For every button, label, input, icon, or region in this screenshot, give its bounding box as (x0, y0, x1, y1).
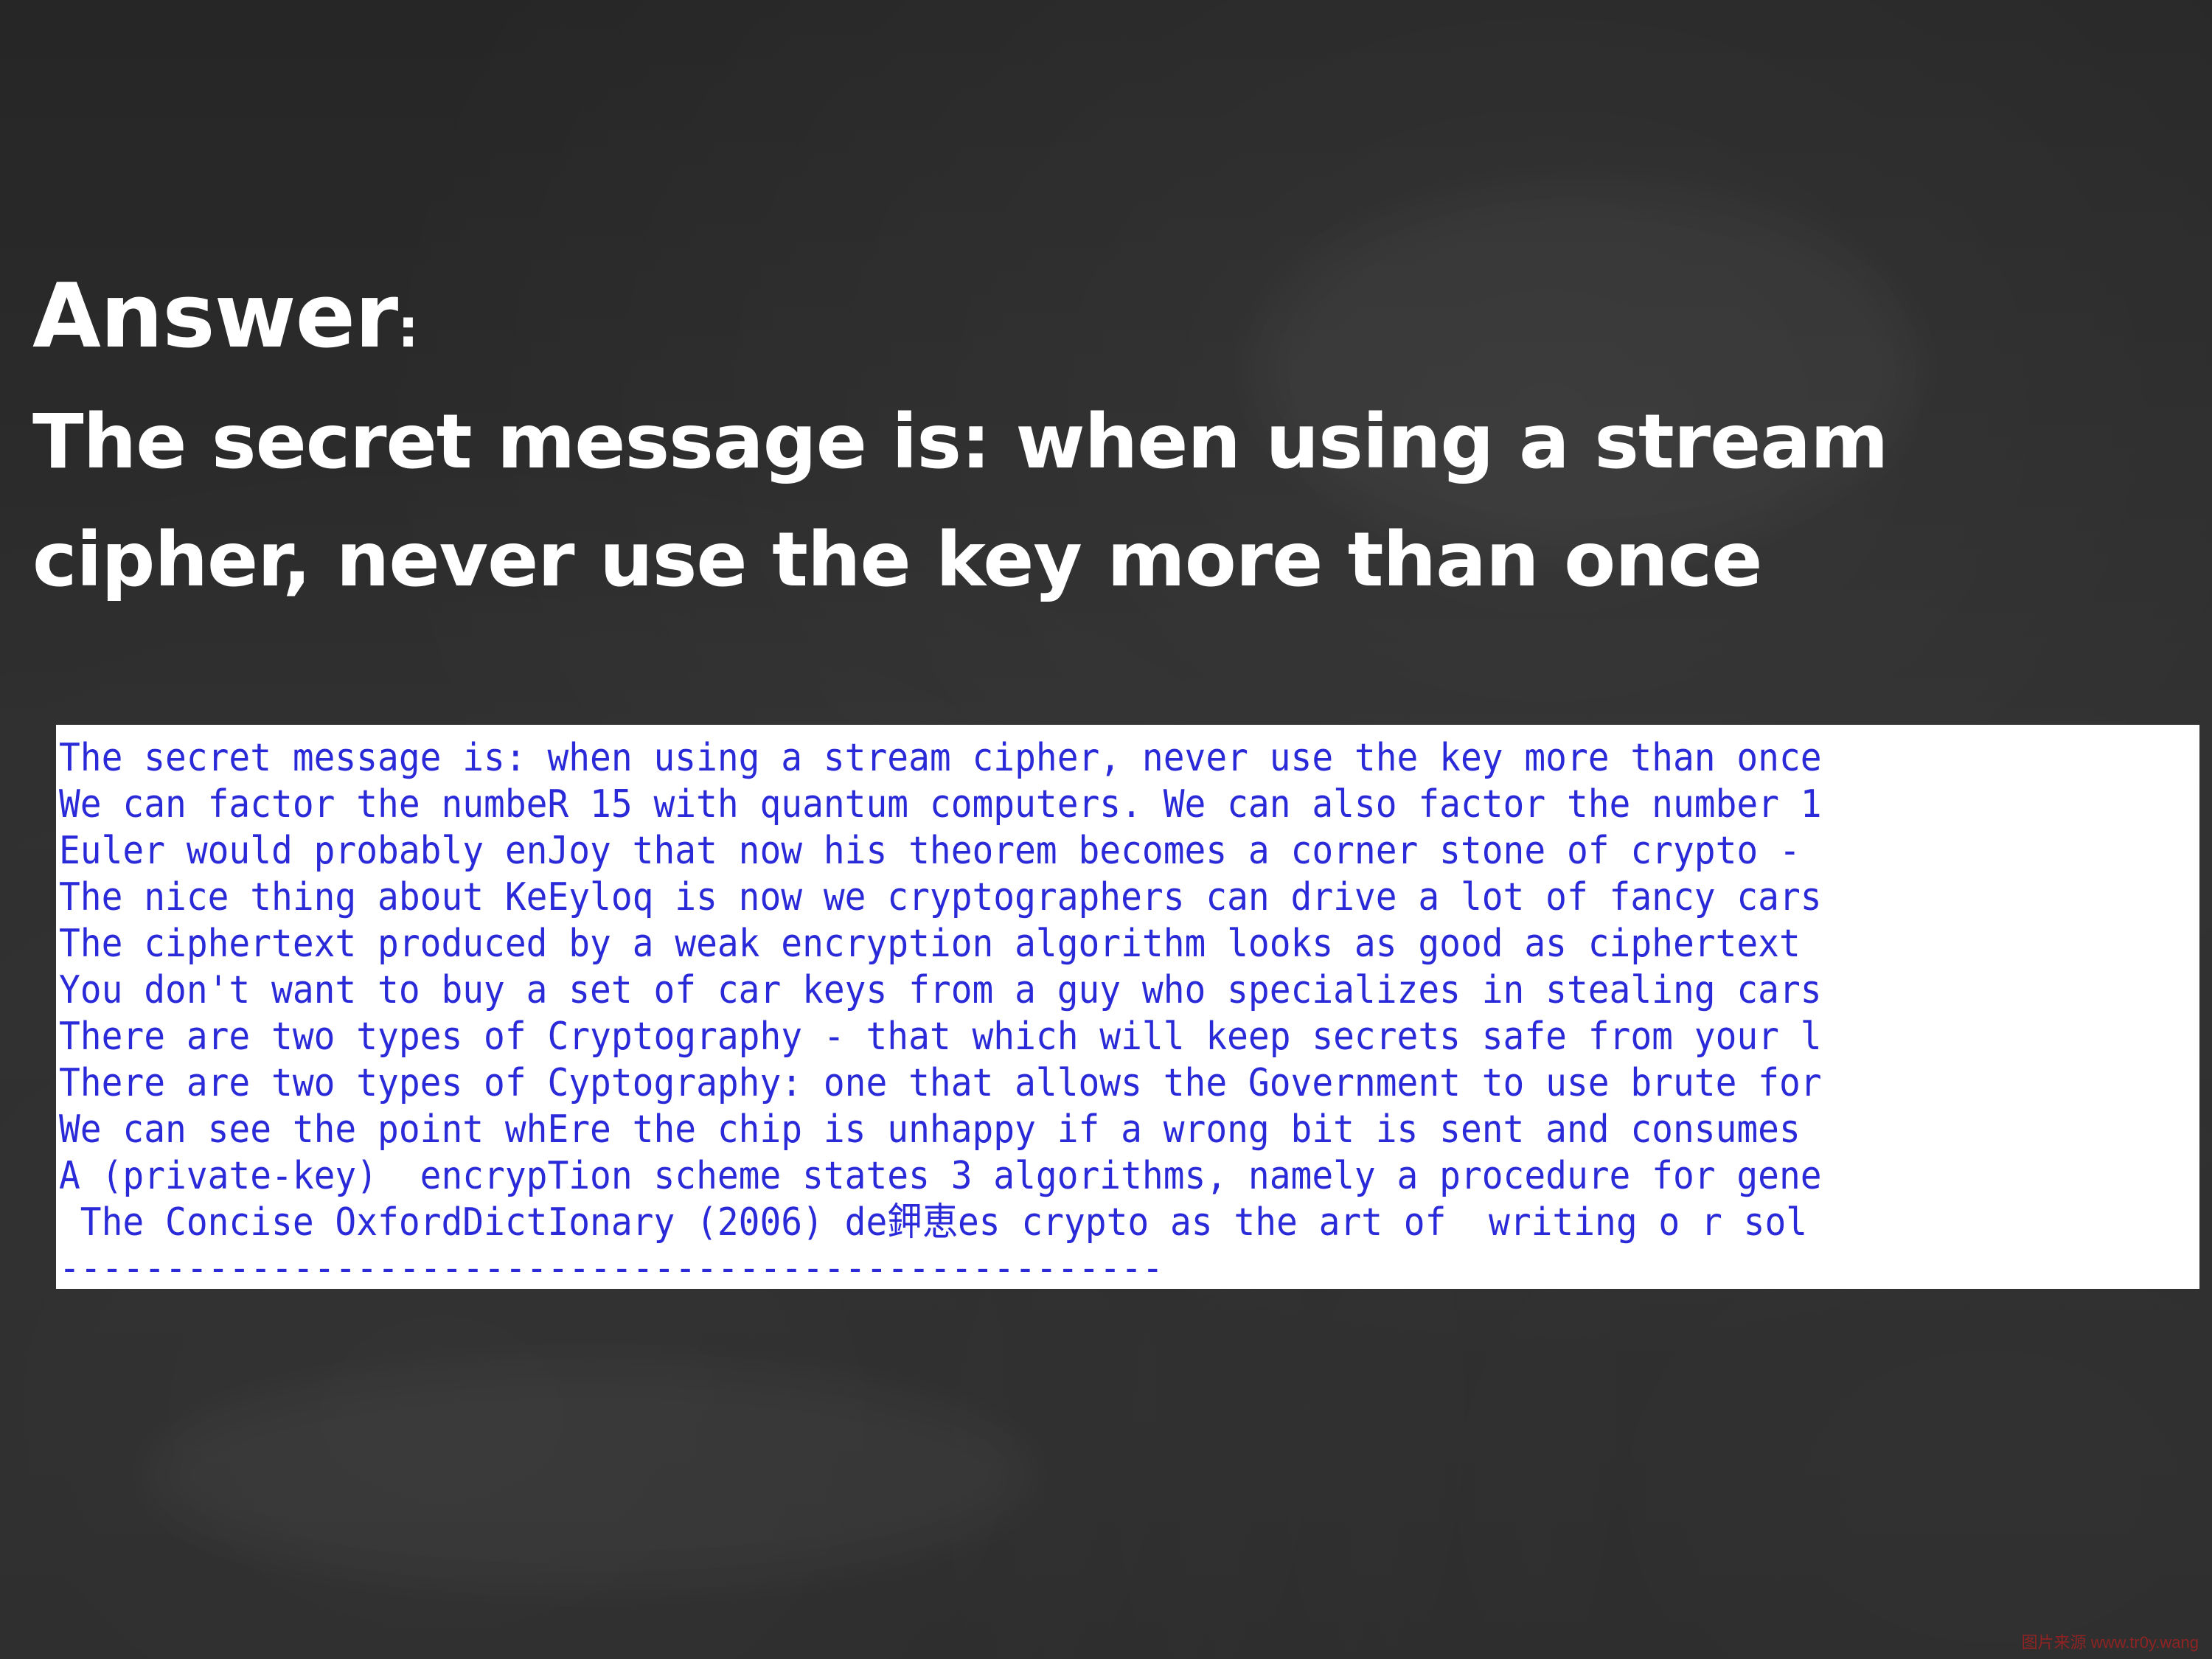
answer-label: Answer: (32, 265, 419, 368)
chalk-smudge (147, 1364, 1032, 1585)
output-line: The nice thing about KeEyloq is now we c… (59, 875, 1822, 919)
answer-text: The secret message is: when using a stre… (32, 398, 1888, 604)
output-line: The secret message is: when using a stre… (59, 736, 1822, 780)
output-line: The Concise OxfordDictIonary (2006) de鉀恵… (59, 1200, 1808, 1245)
output-line: There are two types of Cyptography: one … (59, 1061, 1822, 1105)
output-line: Euler would probably enJoy that now his … (59, 829, 1801, 873)
separator-line: ----------------------------------------… (59, 1246, 1164, 1289)
output-line: There are two types of Cryptography - th… (59, 1015, 1822, 1059)
output-line: A (private-key) encrypTion scheme states… (59, 1154, 1822, 1198)
output-line: We can see the point whEre the chip is u… (59, 1107, 1801, 1152)
output-line: The ciphertext produced by a weak encryp… (59, 922, 1801, 966)
output-line: We can factor the numbeR 15 with quantum… (59, 782, 1822, 827)
watermark: 图片来源 www.tr0y.wang (2021, 1633, 2199, 1652)
output-line: You don't want to buy a set of car keys … (59, 968, 1822, 1012)
answer-heading: Answer: The secret message is: when usin… (32, 262, 2171, 619)
decrypted-output-panel: The secret message is: when using a stre… (56, 725, 2199, 1289)
